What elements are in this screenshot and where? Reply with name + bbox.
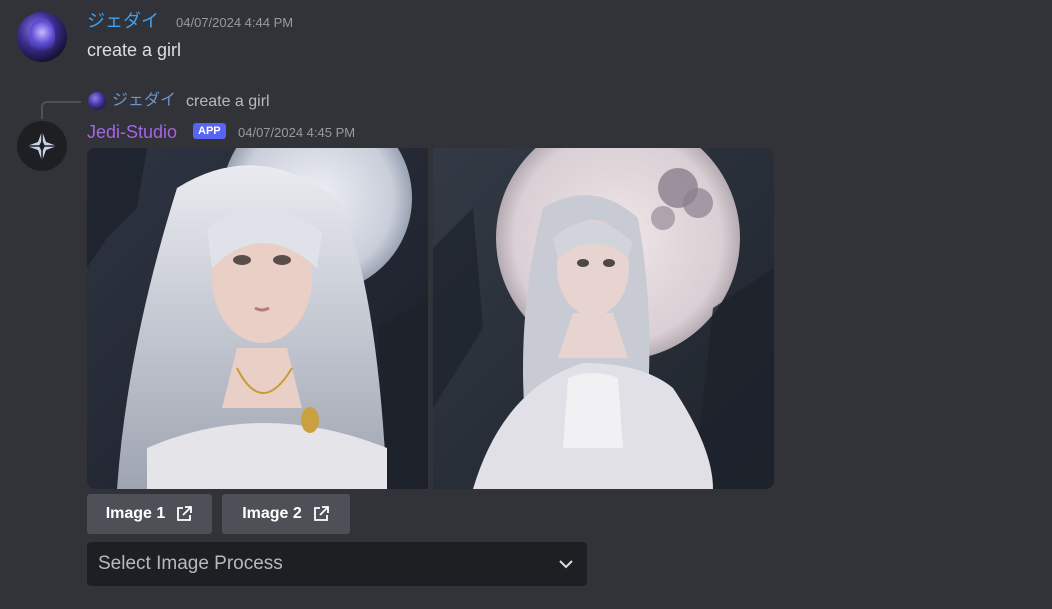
image-attachment-2[interactable]	[433, 148, 774, 489]
chevron-down-icon	[559, 560, 573, 569]
bot-avatar[interactable]	[17, 121, 67, 171]
message-timestamp: 04/07/2024 4:44 PM	[176, 15, 294, 30]
app-badge: APP	[193, 123, 226, 139]
reply-avatar[interactable]	[88, 92, 106, 110]
image-attachment-1[interactable]	[87, 148, 428, 489]
image-girl-moon-2	[433, 148, 774, 489]
reply-content[interactable]: create a girl	[186, 92, 270, 112]
select-placeholder: Select Image Process	[98, 553, 283, 574]
select-image-process-dropdown[interactable]: Select Image Process	[87, 542, 587, 586]
button-label: Image 2	[242, 505, 302, 522]
external-link-icon	[177, 506, 193, 521]
message-content: create a girl	[87, 40, 182, 60]
external-link-icon	[313, 506, 329, 521]
reply-author[interactable]: ジェダイ	[112, 91, 176, 111]
diamond-star-icon	[27, 131, 57, 161]
user-avatar[interactable]	[17, 12, 67, 62]
image-girl-moon-1	[87, 148, 428, 489]
reply-connector	[41, 101, 81, 119]
button-label: Image 1	[105, 505, 166, 522]
message-author[interactable]: Jedi-Studio	[87, 121, 177, 143]
message-timestamp: 04/07/2024 4:45 PM	[238, 125, 356, 140]
image-2-button[interactable]: Image 2	[222, 494, 350, 534]
message-author[interactable]: ジェダイ	[87, 10, 159, 32]
image-1-button[interactable]: Image 1	[87, 494, 212, 534]
